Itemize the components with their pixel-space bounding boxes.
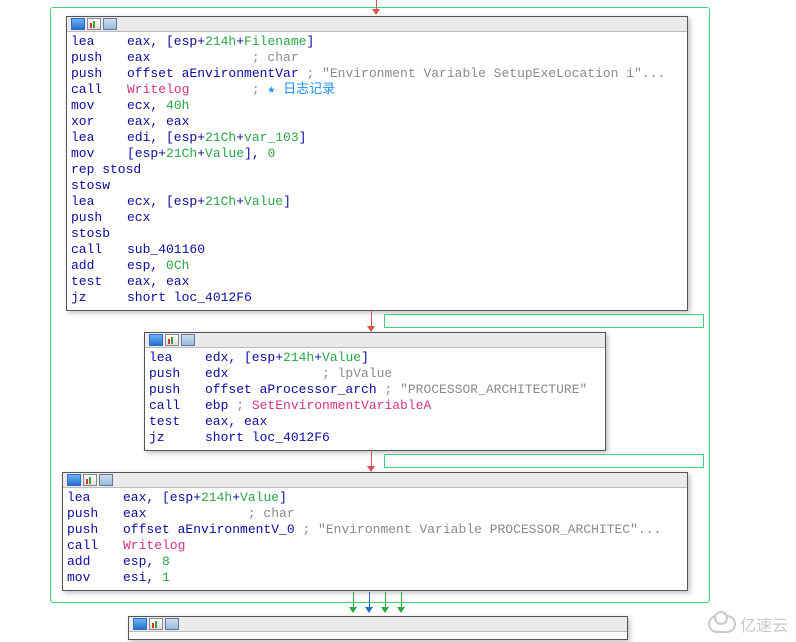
options-icon[interactable] [99, 474, 113, 486]
graph-icon[interactable] [83, 474, 97, 486]
watermark: 亿速云 [708, 612, 788, 636]
watermark-text: 亿速云 [740, 612, 788, 636]
ida-flowchart: leaeax, [esp+214h+Filename] pusheax ; ch… [0, 0, 796, 642]
arrow-out-4 [401, 592, 402, 608]
block-header[interactable] [63, 473, 687, 488]
cloud-icon [708, 615, 736, 633]
arrow-head-out-4 [397, 607, 405, 613]
arrow-head-out-1 [349, 607, 357, 613]
branch-target-box-1 [384, 314, 704, 328]
disassembly-text: leaeax, [esp+214h+Value] pusheax ; char … [63, 488, 687, 590]
block-header[interactable] [67, 17, 687, 32]
graph-icon[interactable] [87, 18, 101, 30]
collapse-icon[interactable] [133, 618, 147, 630]
arrow-b2-b3 [371, 450, 372, 467]
arrow-out-2 [369, 592, 370, 608]
block-header[interactable] [145, 333, 605, 348]
collapse-icon[interactable] [149, 334, 163, 346]
basic-block-4[interactable] [128, 616, 628, 640]
arrow-out-1 [353, 592, 354, 608]
block-header[interactable] [129, 617, 627, 632]
arrow-head-out-2 [365, 607, 373, 613]
graph-icon[interactable] [165, 334, 179, 346]
arrow-out-3 [385, 592, 386, 608]
collapse-icon[interactable] [71, 18, 85, 30]
arrow-b1-b2 [371, 310, 372, 327]
collapse-icon[interactable] [67, 474, 81, 486]
arrow-head-out-3 [381, 607, 389, 613]
options-icon[interactable] [103, 18, 117, 30]
graph-icon[interactable] [149, 618, 163, 630]
options-icon[interactable] [165, 618, 179, 630]
basic-block-2[interactable]: leaedx, [esp+214h+Value] pushedx ; lpVal… [144, 332, 606, 451]
disassembly-text: leaedx, [esp+214h+Value] pushedx ; lpVal… [145, 348, 605, 450]
branch-target-box-2 [384, 454, 704, 468]
options-icon[interactable] [181, 334, 195, 346]
basic-block-3[interactable]: leaeax, [esp+214h+Value] pusheax ; char … [62, 472, 688, 591]
basic-block-1[interactable]: leaeax, [esp+214h+Filename] pusheax ; ch… [66, 16, 688, 311]
arrow-head-in-top [372, 9, 380, 15]
disassembly-text: leaeax, [esp+214h+Filename] pusheax ; ch… [67, 32, 687, 310]
